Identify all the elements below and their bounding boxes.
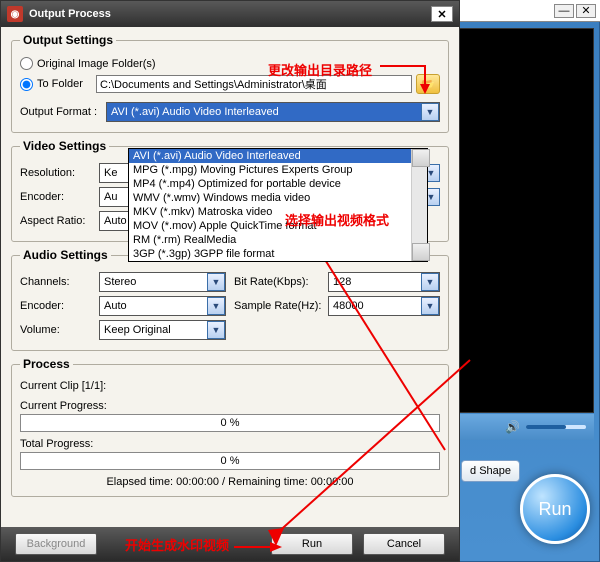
audio-encoder-label: Encoder: — [20, 300, 95, 312]
chevron-down-icon[interactable]: ▼ — [421, 297, 439, 315]
video-encoder-label: Encoder: — [20, 191, 95, 203]
dropdown-scrollbar[interactable] — [411, 149, 427, 261]
chevron-down-icon[interactable]: ▼ — [207, 297, 225, 315]
current-clip-label: Current Clip [1/1]: — [20, 380, 440, 392]
dialog-title-bar[interactable]: ◉ Output Process ✕ — [1, 1, 459, 27]
format-option[interactable]: RM (*.rm) RealMedia — [129, 233, 427, 247]
chevron-down-icon[interactable]: ▼ — [421, 103, 439, 121]
format-dropdown-list[interactable]: AVI (*.avi) Audio Video Interleaved MPG … — [128, 148, 428, 262]
format-option[interactable]: WMV (*.wmv) Windows media video — [129, 191, 427, 205]
browse-folder-button[interactable]: 📂 — [416, 74, 440, 94]
background-button: Background — [15, 533, 97, 555]
dialog-footer: Background Run Cancel — [1, 527, 459, 561]
volume-select[interactable]: Keep Original▼ — [99, 320, 226, 340]
output-process-dialog: ◉ Output Process ✕ Output Settings Origi… — [0, 0, 460, 562]
folder-icon: 📂 — [421, 78, 435, 91]
to-folder-radio[interactable] — [20, 78, 33, 91]
process-group: Process Current Clip [1/1]: Current Prog… — [11, 357, 449, 497]
bitrate-select[interactable]: 128▼ — [328, 272, 440, 292]
output-settings-group: Output Settings Original Image Folder(s)… — [11, 33, 449, 133]
format-option[interactable]: MP4 (*.mp4) Optimized for portable devic… — [129, 177, 427, 191]
total-progress-bar: 0 % — [20, 452, 440, 470]
current-progress-bar: 0 % — [20, 414, 440, 432]
shape-button-partial[interactable]: d Shape — [461, 460, 520, 482]
chevron-down-icon[interactable]: ▼ — [207, 273, 225, 291]
audio-encoder-select[interactable]: Auto▼ — [99, 296, 226, 316]
aspect-ratio-label: Aspect Ratio: — [20, 215, 95, 227]
audio-settings-legend: Audio Settings — [20, 248, 111, 262]
output-settings-legend: Output Settings — [20, 33, 116, 47]
total-progress-label: Total Progress: — [20, 438, 440, 450]
cancel-button[interactable]: Cancel — [363, 533, 445, 555]
channels-select[interactable]: Stereo▼ — [99, 272, 226, 292]
dialog-close-button[interactable]: ✕ — [431, 6, 453, 22]
bg-minimize-button[interactable]: — — [554, 4, 574, 18]
time-status: Elapsed time: 00:00:00 / Remaining time:… — [20, 476, 440, 488]
samplerate-label: Sample Rate(Hz): — [234, 300, 324, 312]
original-folder-label: Original Image Folder(s) — [37, 58, 156, 70]
output-format-select[interactable]: AVI (*.avi) Audio Video Interleaved ▼ — [106, 102, 440, 122]
process-legend: Process — [20, 357, 73, 371]
bg-close-button[interactable]: ✕ — [576, 4, 596, 18]
annotation-select-format: 选择输出视频格式 — [285, 210, 389, 229]
samplerate-select[interactable]: 48000▼ — [328, 296, 440, 316]
resolution-label: Resolution: — [20, 167, 95, 179]
format-option[interactable]: MPG (*.mpg) Moving Pictures Experts Grou… — [129, 163, 427, 177]
current-progress-label: Current Progress: — [20, 400, 440, 412]
format-option[interactable]: 3GP (*.3gp) 3GPP file format — [129, 247, 427, 261]
run-button[interactable]: Run — [271, 533, 353, 555]
bitrate-label: Bit Rate(Kbps): — [234, 276, 324, 288]
original-folder-radio[interactable] — [20, 57, 33, 70]
video-settings-legend: Video Settings — [20, 139, 109, 153]
volume-slider[interactable] — [526, 425, 586, 429]
run-big-button[interactable]: Run — [520, 474, 590, 544]
chevron-down-icon[interactable]: ▼ — [207, 321, 225, 339]
output-format-value: AVI (*.avi) Audio Video Interleaved — [107, 106, 421, 118]
speaker-icon[interactable]: 🔊 — [505, 420, 520, 434]
annotation-change-path: 更改输出目录路径 — [268, 60, 372, 79]
app-icon: ◉ — [7, 6, 23, 22]
audio-settings-group: Audio Settings Channels: Stereo▼ Encoder… — [11, 248, 449, 351]
annotation-start-watermark: 开始生成水印视频 — [125, 535, 229, 554]
to-folder-label: To Folder — [37, 78, 92, 90]
channels-label: Channels: — [20, 276, 95, 288]
format-option[interactable]: AVI (*.avi) Audio Video Interleaved — [129, 149, 427, 163]
output-format-label: Output Format : — [20, 106, 102, 118]
volume-label: Volume: — [20, 324, 95, 336]
dialog-title: Output Process — [29, 8, 111, 20]
chevron-down-icon[interactable]: ▼ — [421, 273, 439, 291]
